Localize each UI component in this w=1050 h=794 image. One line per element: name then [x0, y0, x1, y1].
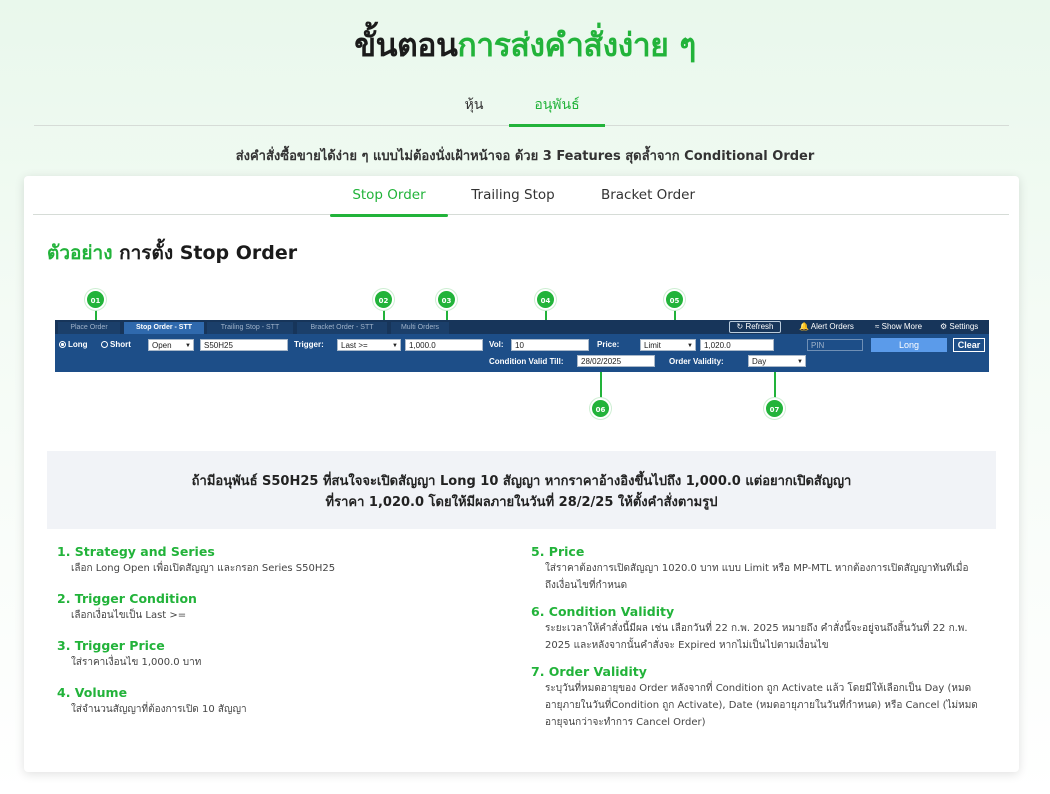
trigger-select[interactable]: Last >= [337, 339, 401, 352]
alert-orders-button[interactable]: 🔔 Alert Orders [799, 321, 863, 333]
vol-label: Vol: [489, 340, 504, 349]
clear-button[interactable]: Clear [953, 338, 985, 352]
step-desc: ระยะเวลาให้คำสั่งนี้มีผล เช่น เลือกวันที… [545, 623, 968, 634]
settings-button[interactable]: ⚙ Settings [940, 321, 988, 333]
page-title-green: การส่งคำสั่งง่าย ๆ [457, 26, 696, 64]
tab-stocks[interactable]: หุ้น [462, 92, 486, 126]
series-input[interactable]: S50H25 [200, 339, 288, 351]
show-more-button[interactable]: ≈ Show More [875, 321, 931, 333]
tab-derivatives[interactable]: อนุพันธ์ [509, 92, 605, 127]
page-title-dark: ขั้นตอน [354, 26, 458, 64]
price-input[interactable]: 1,020.0 [700, 339, 774, 351]
step-title: 6. Condition Validity [531, 604, 675, 619]
ticket-tab-stop-order[interactable]: Stop Order - STT [124, 322, 204, 334]
price-type-select[interactable]: Limit [640, 339, 696, 352]
long-radio-group[interactable]: Long [59, 338, 103, 352]
step-desc: ใส่ราคาเงื่อนไข 1,000.0 บาท [71, 657, 202, 668]
price-label: Price: [597, 340, 620, 349]
step-title: 3. Trigger Price [57, 638, 165, 653]
scenario-box: ถ้ามีอนุพันธ์ S50H25 ที่สนใจจะเปิดสัญญา … [47, 451, 996, 529]
trigger-price-input[interactable]: 1,000.0 [405, 339, 483, 351]
ticket-tab-place-order[interactable]: Place Order [58, 322, 120, 334]
step-desc: ระบุวันที่หมดอายุของ Order หลังจากที่ Co… [545, 683, 972, 694]
step-marker-02: 02 [373, 289, 394, 310]
main-tabs: หุ้น อนุพันธ์ [34, 92, 1009, 127]
tab-stop-order[interactable]: Stop Order [330, 176, 448, 217]
trade-ticket-tabs: Place Order Stop Order - STT Trailing St… [55, 320, 989, 334]
step-4: 4. Volume ใส่จำนวนสัญญาที่ต้องการเปิด 10… [57, 685, 497, 718]
refresh-button[interactable]: ↻ Refresh [729, 321, 781, 333]
order-validity-label: Order Validity: [669, 357, 724, 366]
scenario-line-2: ที่ราคา 1,020.0 โดยให้มีผลภายในวันที่ 28… [325, 495, 718, 510]
step-marker-04: 04 [535, 289, 556, 310]
short-radio-label: Short [110, 340, 131, 349]
step-2: 2. Trigger Condition เลือกเงื่อนไขเป็น L… [57, 591, 497, 624]
step-desc: 2025 และหลังจากนั้นคำสั่งจะ Expired หากไ… [545, 640, 829, 651]
step-6: 6. Condition Validity ระยะเวลาให้คำสั่งน… [531, 604, 991, 654]
order-validity-select[interactable]: Day [748, 355, 806, 368]
content-card: Stop Order Trailing Stop Bracket Order ต… [24, 176, 1019, 772]
step-title: 7. Order Validity [531, 664, 647, 679]
valid-till-label: Condition Valid Till: [489, 357, 564, 366]
valid-till-input[interactable]: 28/02/2025 [577, 355, 655, 367]
scenario-line-1: ถ้ามีอนุพันธ์ S50H25 ที่สนใจจะเปิดสัญญา … [191, 474, 852, 489]
step-desc: ใส่ราคาต้องการเปิดสัญญา 1020.0 บาท แบบ L… [545, 563, 969, 574]
tab-trailing-stop[interactable]: Trailing Stop [465, 176, 561, 215]
step-marker-07: 07 [764, 398, 785, 419]
marker-line-07 [774, 372, 776, 400]
steps-right: 5. Price ใส่ราคาต้องการเปิดสัญญา 1020.0 … [531, 544, 991, 745]
example-prefix: ตัวอย่าง [47, 242, 113, 264]
tab-bracket-order[interactable]: Bracket Order [598, 176, 698, 215]
step-marker-01: 01 [85, 289, 106, 310]
side-select[interactable]: Open [148, 339, 194, 352]
step-desc: อายุจนกว่าจะทำการ Cancel Order) [545, 717, 706, 728]
example-title: ตัวอย่าง การตั้ง Stop Order [47, 238, 297, 268]
long-radio-label: Long [68, 340, 88, 349]
vol-input[interactable]: 10 [511, 339, 589, 351]
marker-line-06 [600, 372, 602, 400]
long-submit-button[interactable]: Long [871, 338, 947, 352]
step-desc: อายุภายในวันที่Condition ถูก Activate), … [545, 700, 978, 711]
step-desc: เลือกเงื่อนไขเป็น Last >= [71, 610, 187, 621]
short-radio-group[interactable]: Short [101, 338, 141, 352]
ticket-tab-trailing-stop[interactable]: Trailing Stop - STT [207, 322, 293, 334]
feature-tabs: Stop Order Trailing Stop Bracket Order [33, 176, 1009, 217]
step-title: 2. Trigger Condition [57, 591, 197, 606]
step-7: 7. Order Validity ระบุวันที่หมดอายุของ O… [531, 664, 991, 731]
steps-left: 1. Strategy and Series เลือก Long Open เ… [57, 544, 497, 732]
pin-input[interactable]: PIN [807, 339, 863, 351]
step-1: 1. Strategy and Series เลือก Long Open เ… [57, 544, 497, 577]
example-heading: การตั้ง Stop Order [119, 242, 298, 264]
step-desc: เลือก Long Open เพื่อเปิดสัญญา และกรอก S… [71, 563, 336, 574]
step-title: 4. Volume [57, 685, 128, 700]
step-marker-05: 05 [664, 289, 685, 310]
trade-ticket-bar: Place Order Stop Order - STT Trailing St… [55, 320, 989, 372]
trigger-label: Trigger: [294, 340, 324, 349]
page-title: ขั้นตอนการส่งคำสั่งง่าย ๆ [0, 20, 1050, 71]
step-3: 3. Trigger Price ใส่ราคาเงื่อนไข 1,000.0… [57, 638, 497, 671]
step-title: 1. Strategy and Series [57, 544, 215, 559]
long-radio-icon[interactable] [59, 341, 66, 348]
step-desc: ใส่จำนวนสัญญาที่ต้องการเปิด 10 สัญญา [71, 704, 247, 715]
ticket-tab-bracket-order[interactable]: Bracket Order - STT [297, 322, 387, 334]
step-marker-03: 03 [436, 289, 457, 310]
step-desc: ถึงเงื่อนไขที่กำหนด [545, 580, 628, 591]
step-title: 5. Price [531, 544, 585, 559]
section-subtitle: ส่งคำสั่งซื้อขายได้ง่าย ๆ แบบไม่ต้องนั่ง… [235, 149, 815, 164]
short-radio-icon[interactable] [101, 341, 108, 348]
step-5: 5. Price ใส่ราคาต้องการเปิดสัญญา 1020.0 … [531, 544, 991, 594]
ticket-tab-multi-orders[interactable]: Multi Orders [391, 322, 449, 334]
step-marker-06: 06 [590, 398, 611, 419]
